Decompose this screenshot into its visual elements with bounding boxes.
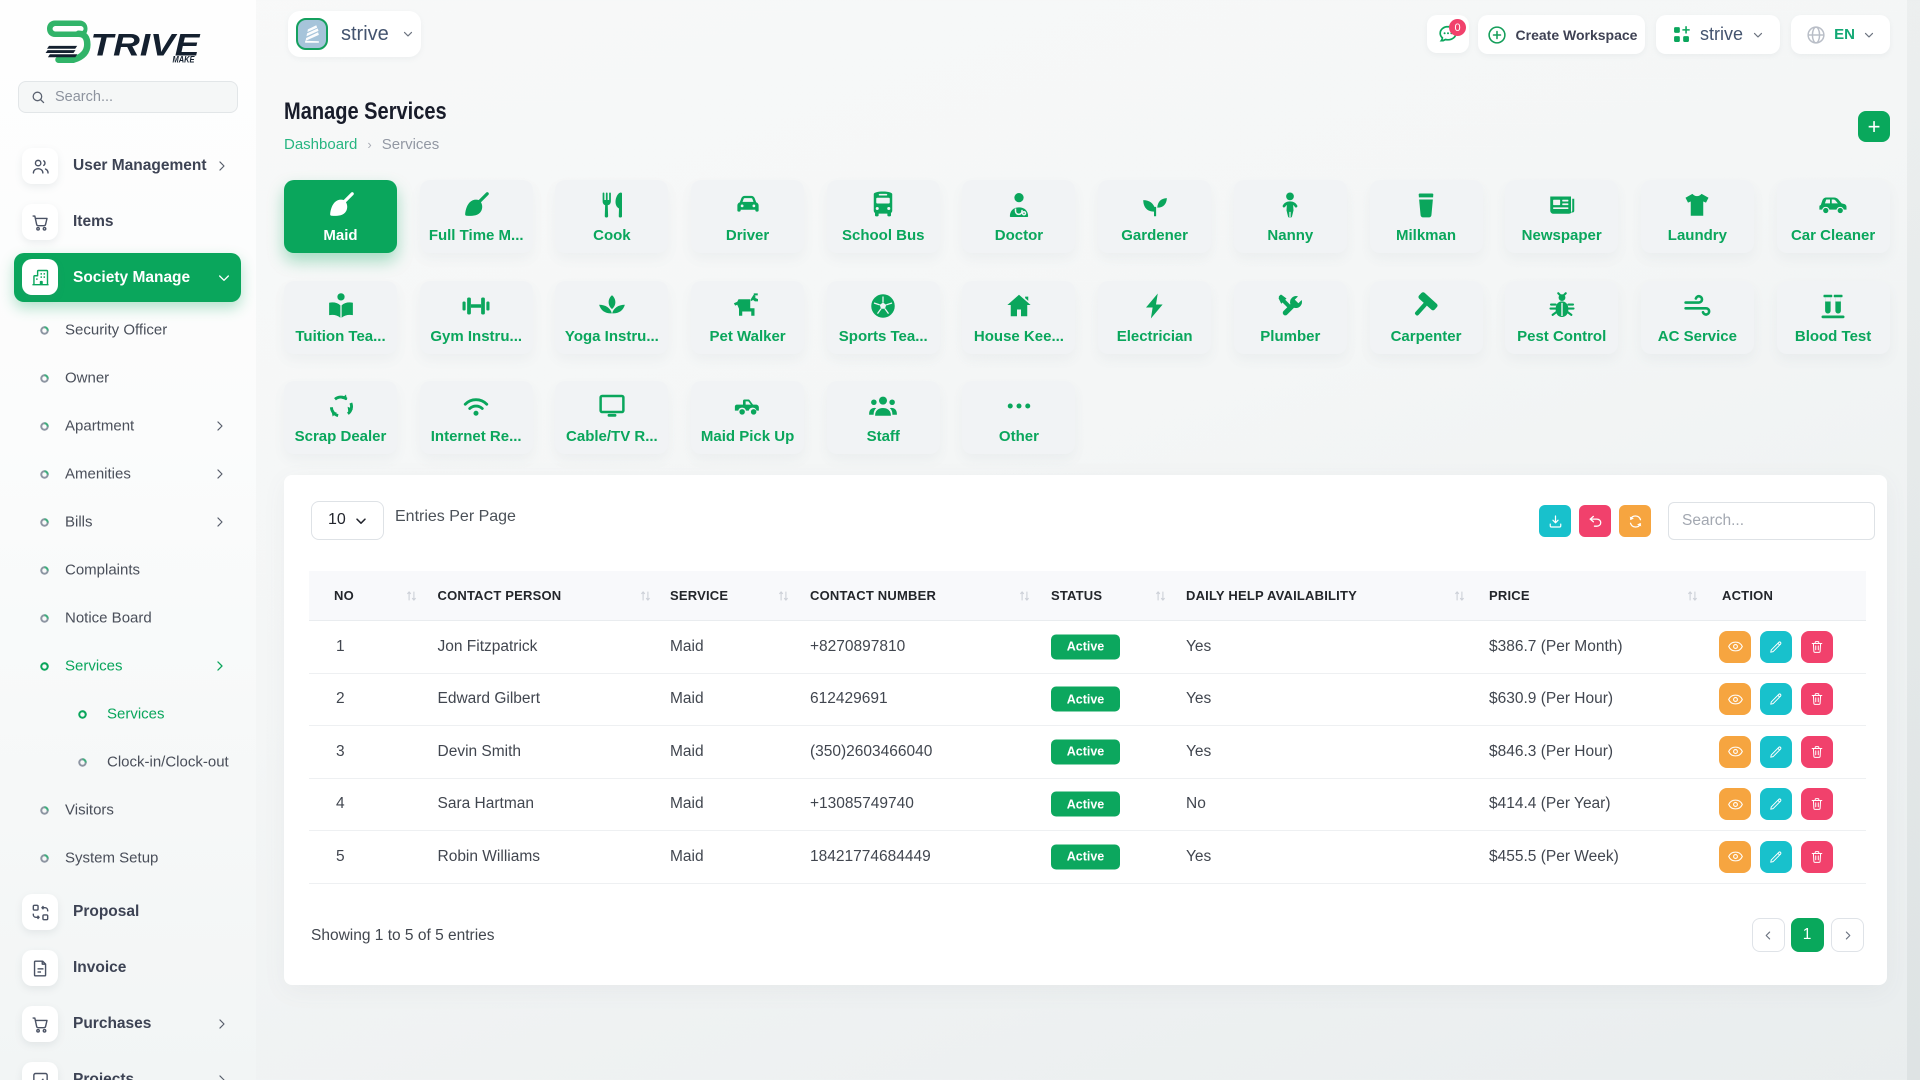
svg-text:MAKE: MAKE — [173, 55, 196, 65]
